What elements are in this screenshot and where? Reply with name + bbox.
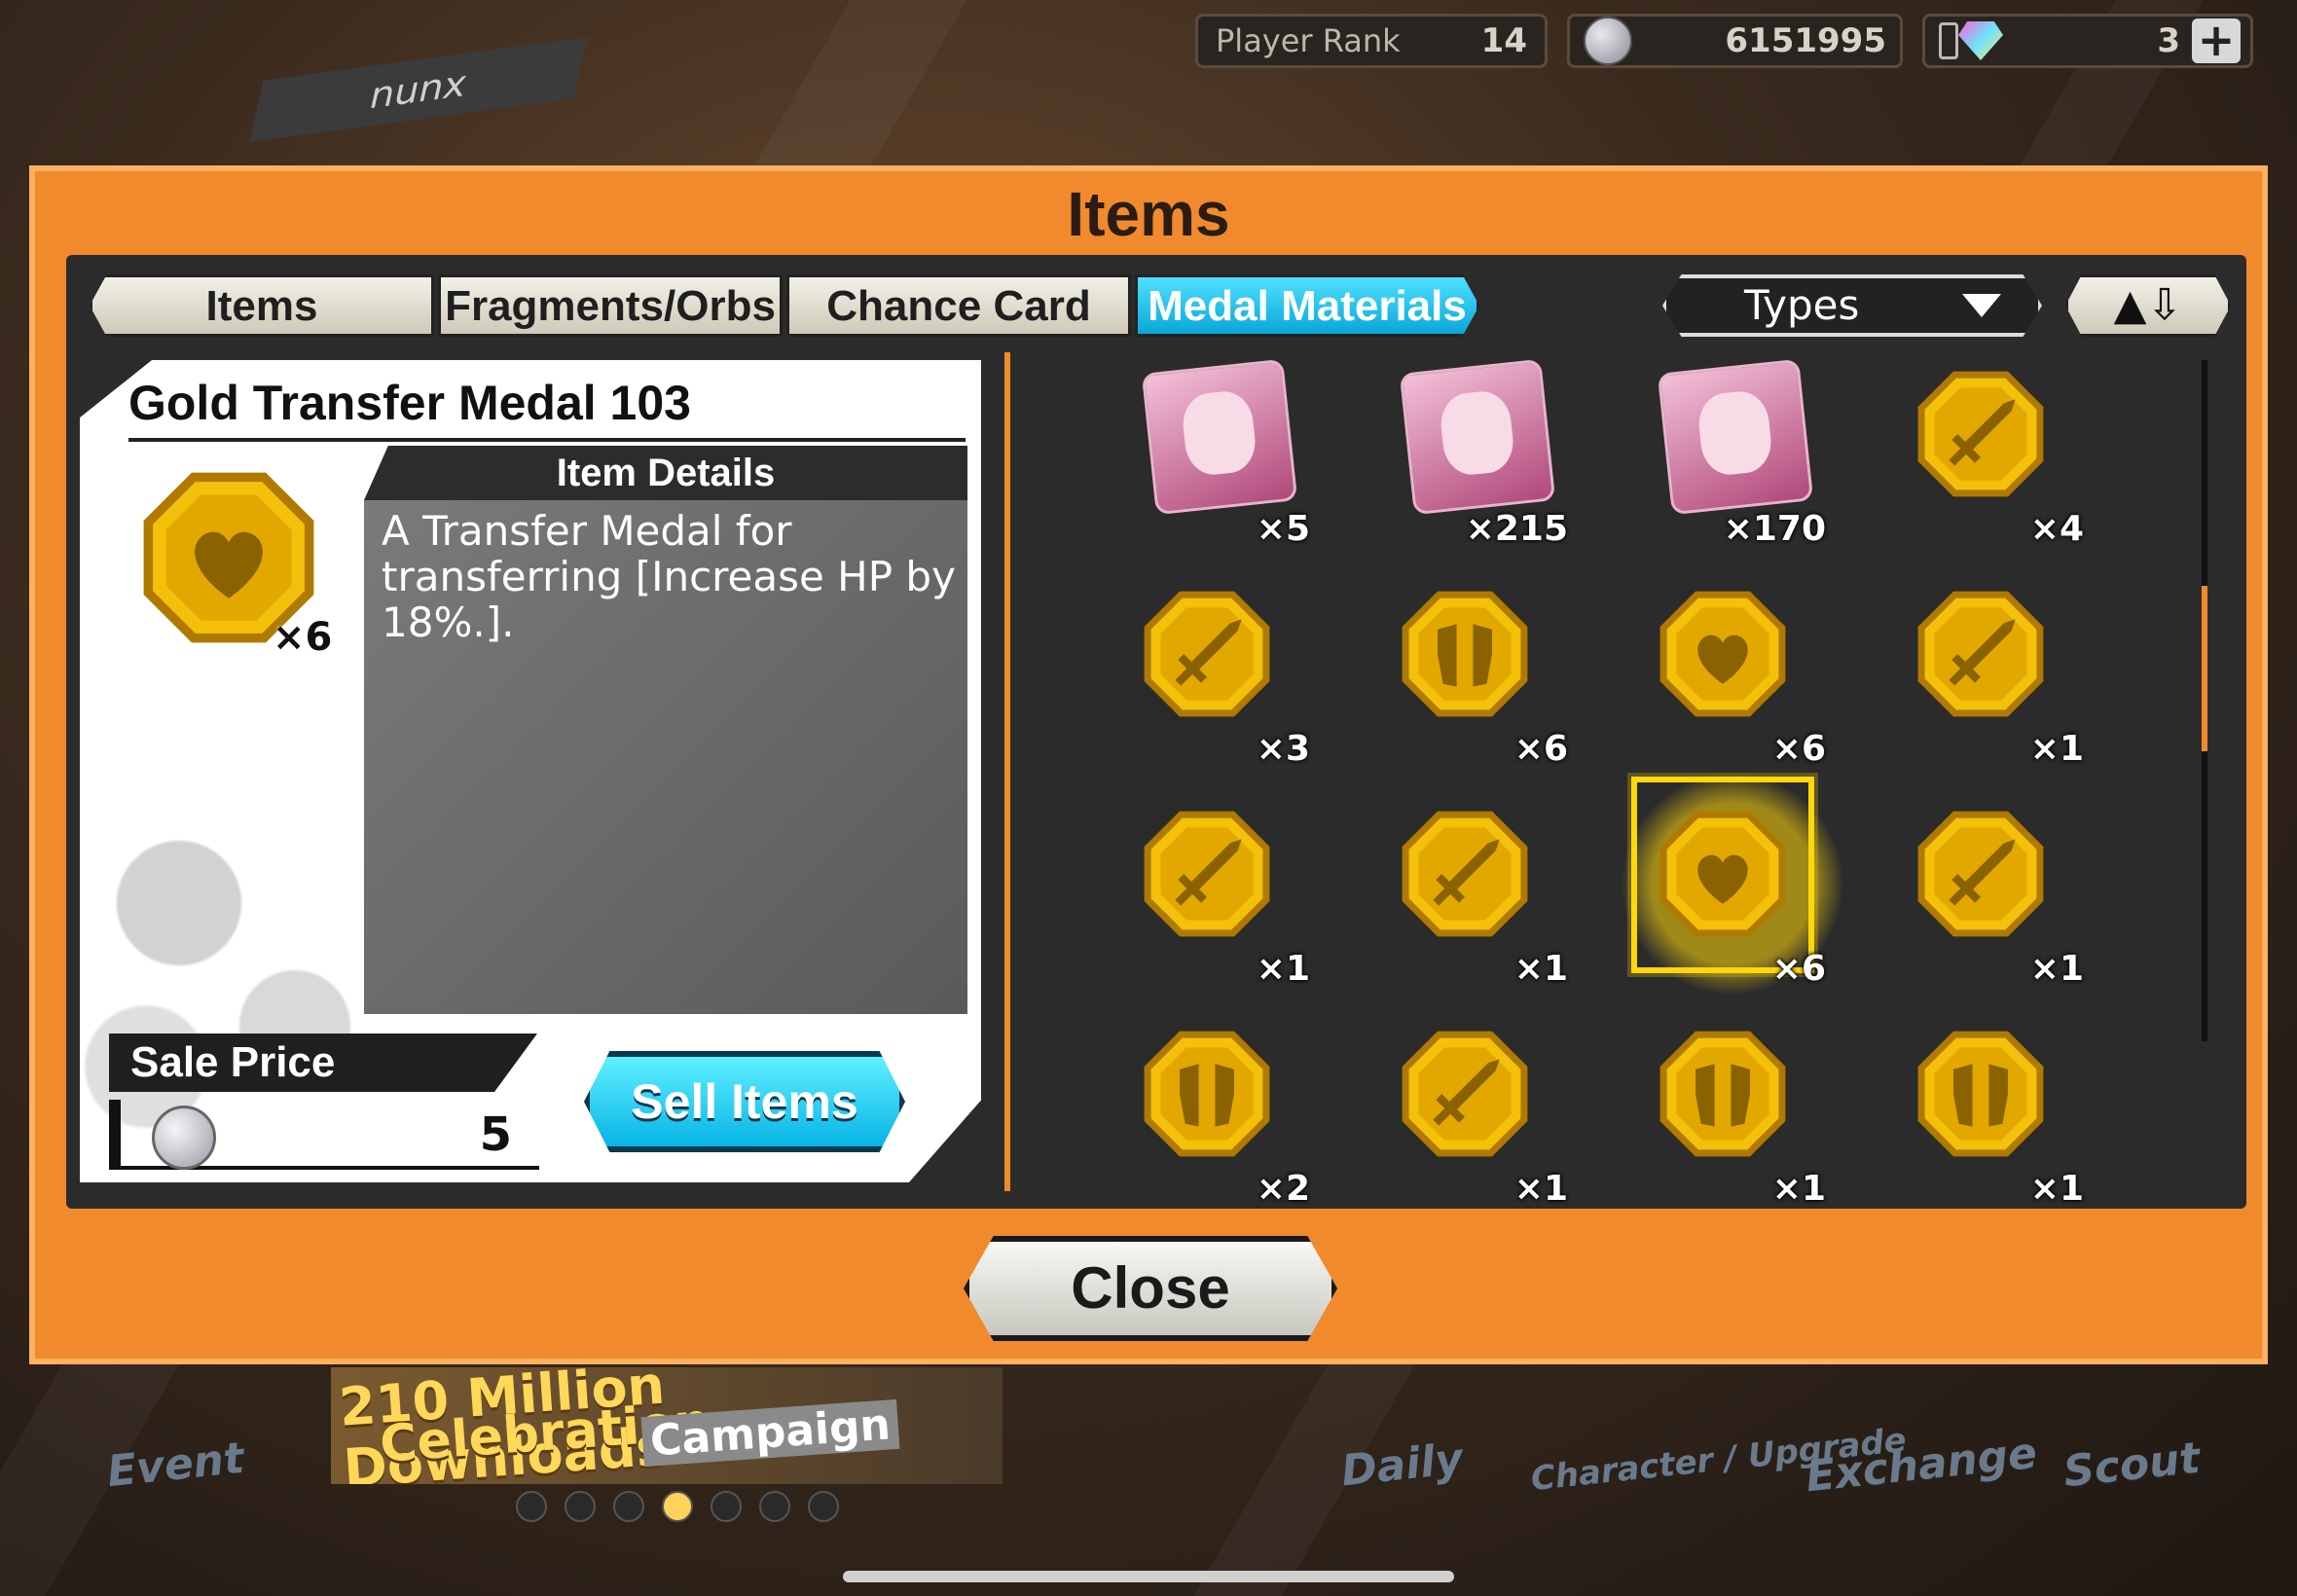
types-filter-dropdown[interactable]: Types	[1662, 274, 2042, 337]
sale-price-value: 5	[479, 1107, 512, 1162]
grid-item[interactable]: ×2	[1139, 1026, 1310, 1209]
grid-item[interactable]: ×1	[1913, 1026, 2084, 1209]
campaign-banner[interactable]: 210 Million Downloads Celebration Campai…	[331, 1367, 1003, 1484]
grid-item[interactable]: ×6	[1606, 757, 1859, 1010]
grid-item[interactable]: ×3	[1139, 586, 1310, 769]
heart-medal-icon	[1655, 806, 1791, 946]
sword-medal-icon	[1139, 586, 1275, 726]
armor-medal-icon	[1397, 586, 1533, 726]
grid-item[interactable]: ×5	[1139, 358, 1310, 549]
grid-item[interactable]: ×1	[1913, 586, 2084, 769]
grid-item[interactable]: ×6	[1397, 586, 1568, 769]
chevron-down-icon	[1962, 294, 2001, 317]
sword-medal-icon	[1397, 806, 1533, 946]
selected-item-qty: ×6	[273, 615, 333, 660]
grid-item-qty: ×5	[1256, 509, 1310, 549]
grid-item-qty: ×6	[1513, 729, 1568, 769]
carousel-dot[interactable]	[516, 1491, 547, 1522]
sale-price-row: 5	[109, 1100, 539, 1170]
sell-items-button[interactable]: Sell Items	[584, 1051, 905, 1152]
sale-price-label: Sale Price	[109, 1034, 537, 1092]
nav-scout[interactable]: Scout	[2061, 1433, 2203, 1497]
carousel-dot[interactable]	[808, 1491, 839, 1522]
close-button[interactable]: Close	[964, 1236, 1337, 1341]
carousel-dot[interactable]	[662, 1491, 693, 1522]
bounty-coin-icon	[152, 1106, 216, 1170]
item-description: A Transfer Medal for transferring [Incre…	[382, 507, 956, 646]
grid-item-qty: ×1	[1771, 1169, 1826, 1209]
portrait-big-mom-icon	[1399, 358, 1556, 516]
grid-item[interactable]: ×1	[1397, 1026, 1568, 1209]
tab-fragments-orbs[interactable]: Fragments/Orbs	[438, 274, 783, 337]
grid-item-qty: ×1	[2029, 949, 2084, 989]
grid-item-qty: ×2	[1256, 1169, 1310, 1209]
carousel-dot[interactable]	[565, 1491, 596, 1522]
username: nunx	[365, 61, 472, 118]
berry-coin-icon	[1584, 17, 1632, 65]
grid-item[interactable]: ×1	[1913, 806, 2084, 989]
grid-item-qty: ×170	[1723, 509, 1826, 549]
grid-item[interactable]: ×1	[1139, 806, 1310, 989]
banner-carousel-dots	[516, 1491, 839, 1522]
gem-value: 3	[2157, 21, 2180, 60]
item-details-header: Item Details	[364, 446, 967, 500]
carousel-dot[interactable]	[711, 1491, 742, 1522]
sword-medal-icon	[1139, 806, 1275, 946]
player-rank-value: 14	[1480, 21, 1527, 60]
grid-item-qty: ×1	[2029, 729, 2084, 769]
sort-up-down-icon[interactable]: ▲⇩	[2065, 274, 2231, 337]
tab-chance-card[interactable]: Chance Card	[786, 274, 1131, 337]
grid-item-qty: ×215	[1465, 509, 1568, 549]
sword-medal-icon	[1913, 586, 2049, 726]
berry-value: 6151995	[1725, 21, 1886, 60]
armor-medal-icon	[1655, 1026, 1791, 1166]
tab-medal-materials[interactable]: Medal Materials	[1135, 274, 1479, 337]
grid-item-qty: ×4	[2029, 509, 2084, 549]
grid-item-qty: ×1	[1256, 949, 1310, 989]
grid-item[interactable]: ×6	[1655, 586, 1826, 769]
carousel-dot[interactable]	[613, 1491, 644, 1522]
carousel-dot[interactable]	[759, 1491, 790, 1522]
player-rank-display: Player Rank 14	[1195, 14, 1548, 68]
sword-medal-icon	[1913, 366, 2049, 506]
modal-title: Items	[1067, 179, 1230, 249]
grid-item[interactable]: ×170	[1655, 358, 1826, 549]
sword-medal-icon	[1397, 1026, 1533, 1166]
grid-item[interactable]: ×1	[1397, 806, 1568, 989]
portrait-girl-icon	[1141, 358, 1298, 516]
home-indicator[interactable]	[843, 1571, 1454, 1582]
grid-item-qty: ×6	[1771, 949, 1826, 989]
player-rank-label: Player Rank	[1216, 22, 1401, 59]
phone-icon	[1939, 22, 1958, 59]
grid-item-qty: ×1	[1513, 1169, 1568, 1209]
grid-item-qty: ×1	[1513, 949, 1568, 989]
armor-medal-icon	[1913, 1026, 2049, 1166]
item-name: Gold Transfer Medal 103	[128, 368, 966, 442]
portrait-old-man-icon	[1657, 358, 1814, 516]
grid-scrollbar-thumb[interactable]	[2202, 586, 2207, 751]
grid-item[interactable]: ×1	[1655, 1026, 1826, 1209]
rainbow-gem-icon	[1958, 21, 2003, 60]
grid-item-qty: ×3	[1256, 729, 1310, 769]
grid-item[interactable]: ×215	[1397, 358, 1568, 549]
sword-medal-icon	[1913, 806, 2049, 946]
heart-medal-icon	[1655, 586, 1791, 726]
armor-medal-icon	[1139, 1026, 1275, 1166]
username-tag: nunx	[249, 37, 588, 142]
berry-display: 6151995	[1567, 14, 1903, 68]
gem-display: 3 +	[1922, 14, 2253, 68]
panel-divider	[1004, 352, 1010, 1191]
grid-item-qty: ×1	[2029, 1169, 2084, 1209]
types-filter-label: Types	[1744, 281, 1860, 329]
add-gems-button[interactable]: +	[2192, 18, 2241, 63]
grid-item[interactable]: ×4	[1913, 366, 2084, 549]
tab-items[interactable]: Items	[90, 274, 434, 337]
